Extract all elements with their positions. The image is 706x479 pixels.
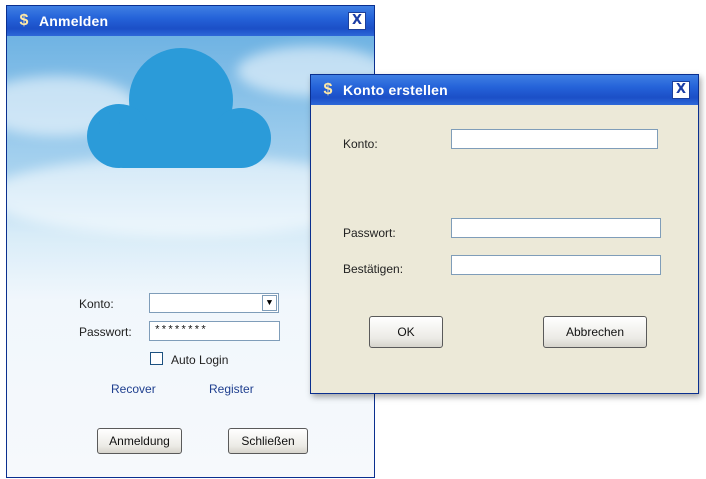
login-button[interactable]: Anmeldung xyxy=(97,428,182,454)
close-button[interactable]: Schließen xyxy=(228,428,308,454)
app-icon: $ xyxy=(323,81,333,98)
password-label: Passwort: xyxy=(79,325,132,339)
login-window-title: Anmelden xyxy=(39,13,109,29)
auto-login-label: Auto Login xyxy=(171,353,229,367)
account-label: Konto: xyxy=(79,297,114,311)
account-combobox[interactable]: ▼ xyxy=(149,293,279,313)
chevron-down-icon[interactable]: ▼ xyxy=(262,295,277,311)
recover-link[interactable]: Recover xyxy=(111,382,156,396)
create-password-field[interactable] xyxy=(451,218,661,238)
create-body: Konto: Passwort: Bestätigen: OK Abbreche… xyxy=(311,105,698,393)
create-password-label: Passwort: xyxy=(343,226,396,240)
create-account-window: $ Konto erstellen X Konto: Passwort: Bes… xyxy=(310,74,699,394)
password-value: ******** xyxy=(154,325,207,337)
screen: $ Anmelden X Konto: ▼ Passwort: ********… xyxy=(0,0,706,479)
confirm-password-field[interactable] xyxy=(451,255,661,275)
password-field[interactable]: ******** xyxy=(149,321,280,341)
confirm-label: Bestätigen: xyxy=(343,262,404,276)
create-account-field[interactable] xyxy=(451,129,658,149)
create-close-button[interactable]: X xyxy=(672,81,690,99)
register-link[interactable]: Register xyxy=(209,382,254,396)
cloud-logo-icon xyxy=(87,48,271,168)
create-window-title: Konto erstellen xyxy=(343,82,448,98)
app-icon: $ xyxy=(19,12,29,29)
create-titlebar[interactable]: $ Konto erstellen X xyxy=(311,75,698,105)
auto-login-checkbox[interactable] xyxy=(150,352,163,365)
login-titlebar[interactable]: $ Anmelden X xyxy=(7,6,374,36)
ok-button[interactable]: OK xyxy=(369,316,443,348)
create-account-label: Konto: xyxy=(343,137,378,151)
login-close-button[interactable]: X xyxy=(348,12,366,30)
cancel-button[interactable]: Abbrechen xyxy=(543,316,647,348)
